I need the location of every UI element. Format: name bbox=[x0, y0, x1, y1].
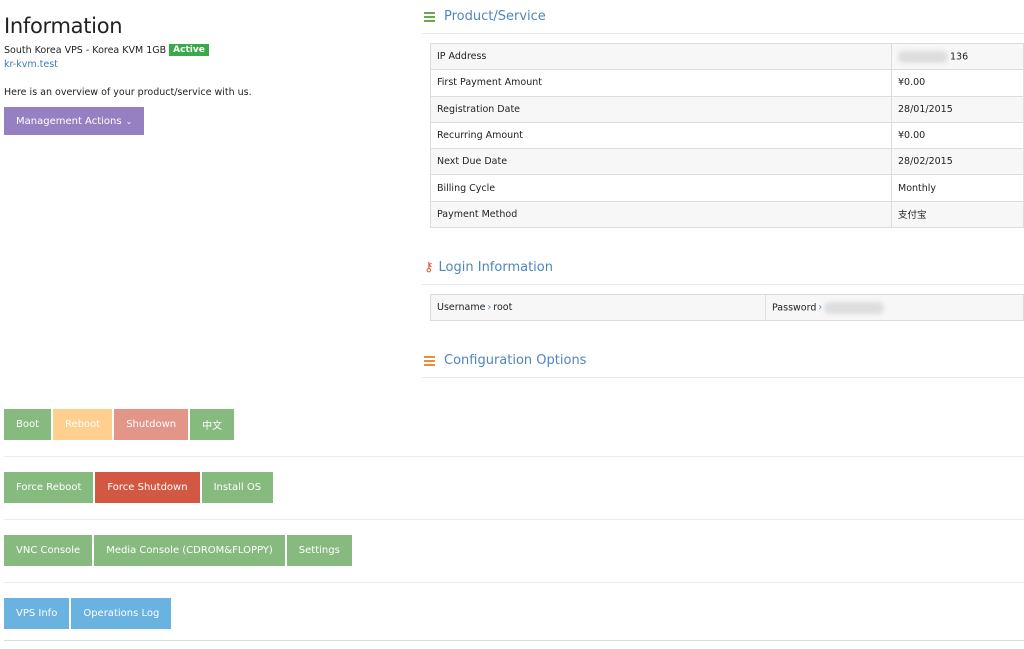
force-shutdown-button[interactable]: Force Shutdown bbox=[95, 472, 200, 503]
redacted-blur bbox=[824, 301, 885, 314]
password-cell: Password › bbox=[765, 294, 1024, 322]
overview-text: Here is an overview of your product/serv… bbox=[4, 87, 252, 98]
shutdown-button[interactable]: Shutdown bbox=[114, 409, 189, 440]
details-panel: Product/Service IP Address 136 First Pay… bbox=[422, 0, 1024, 379]
login-info-heading: ⚷ Login Information bbox=[422, 251, 1024, 286]
login-table: Username › root Password › bbox=[430, 294, 1024, 322]
ip-address-value: 136 bbox=[891, 42, 1024, 71]
force-reboot-button[interactable]: Force Reboot bbox=[4, 472, 94, 503]
settings-button[interactable]: Settings bbox=[286, 535, 352, 566]
table-row: Registration Date 28/01/2015 bbox=[430, 95, 1024, 123]
table-row: Next Due Date 28/02/2015 bbox=[430, 148, 1024, 176]
action-row-power: Boot Reboot Shutdown 中文 bbox=[4, 409, 1024, 440]
chevron-down-icon: ⌄ bbox=[125, 116, 133, 126]
row-label: IP Address bbox=[430, 42, 892, 71]
vps-actions: Boot Reboot Shutdown 中文 Force Reboot For… bbox=[4, 409, 1024, 641]
config-options-heading: Configuration Options bbox=[422, 344, 1024, 379]
list-icon bbox=[424, 11, 438, 22]
row-value: 28/01/2015 bbox=[891, 95, 1024, 123]
row-value: ¥0.00 bbox=[891, 121, 1024, 150]
username-cell: Username › root bbox=[430, 294, 766, 322]
row-label: Next Due Date bbox=[430, 148, 892, 176]
key-icon: ⚷ bbox=[424, 260, 434, 276]
media-console-button[interactable]: Media Console (CDROM&FLOPPY) bbox=[94, 535, 285, 566]
bottom-divider bbox=[4, 640, 1024, 641]
install-os-button[interactable]: Install OS bbox=[201, 472, 274, 503]
row-label: Recurring Amount bbox=[430, 121, 892, 150]
divider bbox=[4, 456, 1024, 457]
product-service-heading: Product/Service bbox=[422, 0, 1024, 34]
row-value: 28/02/2015 bbox=[891, 148, 1024, 176]
row-label: Registration Date bbox=[430, 95, 892, 123]
divider bbox=[4, 519, 1024, 520]
redacted-blur bbox=[898, 50, 948, 63]
username-value: root bbox=[493, 302, 513, 314]
status-badge: Active bbox=[169, 44, 209, 56]
divider bbox=[4, 582, 1024, 583]
table-row: Recurring Amount ¥0.00 bbox=[430, 121, 1024, 150]
product-name: South Korea VPS - Korea KVM 1GB bbox=[4, 44, 167, 56]
chinese-language-button[interactable]: 中文 bbox=[190, 409, 235, 440]
table-row: Billing Cycle Monthly bbox=[430, 174, 1024, 202]
boot-button[interactable]: Boot bbox=[4, 409, 52, 440]
row-value: 支付宝 bbox=[891, 200, 1024, 229]
management-actions-button[interactable]: Management Actions ⌄ bbox=[4, 107, 145, 135]
row-label: First Payment Amount bbox=[430, 69, 892, 97]
page-title: Information bbox=[4, 14, 123, 38]
list-icon bbox=[424, 355, 438, 366]
reboot-button[interactable]: Reboot bbox=[53, 409, 113, 440]
operations-log-button[interactable]: Operations Log bbox=[71, 598, 172, 629]
action-row-info: VPS Info Operations Log bbox=[4, 598, 1024, 629]
vnc-console-button[interactable]: VNC Console bbox=[4, 535, 93, 566]
product-service-table: IP Address 136 First Payment Amount ¥0.0… bbox=[430, 42, 1024, 229]
management-actions-label: Management Actions bbox=[16, 115, 122, 127]
table-row: First Payment Amount ¥0.00 bbox=[430, 69, 1024, 97]
vps-info-button[interactable]: VPS Info bbox=[4, 598, 70, 629]
table-row: Payment Method 支付宝 bbox=[430, 200, 1024, 229]
row-value: ¥0.00 bbox=[891, 69, 1024, 97]
row-label: Payment Method bbox=[430, 200, 892, 229]
chevron-right-icon: › bbox=[818, 302, 823, 314]
chevron-right-icon: › bbox=[487, 302, 492, 314]
product-line: South Korea VPS - Korea KVM 1GB Active bbox=[4, 44, 404, 56]
domain-link[interactable]: kr-kvm.test bbox=[4, 59, 404, 70]
row-label: Billing Cycle bbox=[430, 174, 892, 202]
table-row: Username › root Password › bbox=[430, 294, 1024, 322]
action-row-console: VNC Console Media Console (CDROM&FLOPPY)… bbox=[4, 535, 1024, 566]
action-row-force: Force Reboot Force Shutdown Install OS bbox=[4, 472, 1024, 503]
table-row: IP Address 136 bbox=[430, 42, 1024, 71]
row-value: Monthly bbox=[891, 174, 1024, 202]
info-panel: Information South Korea VPS - Korea KVM … bbox=[4, 14, 404, 135]
